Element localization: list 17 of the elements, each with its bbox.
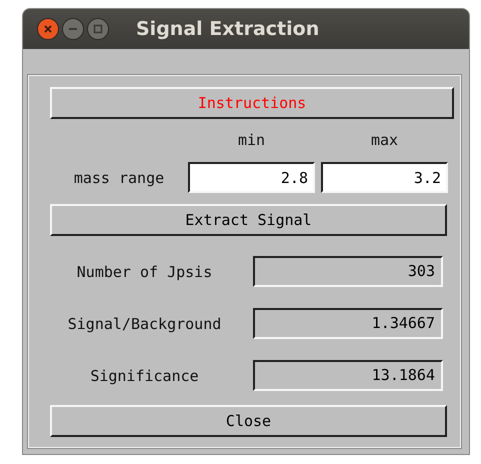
result-label: Significance: [89, 366, 200, 384]
window-title: Signal Extraction: [136, 18, 320, 40]
result-label: Number of Jpsis: [76, 262, 214, 280]
extract-signal-button[interactable]: Extract Signal: [50, 204, 447, 236]
column-header: max: [370, 131, 400, 151]
result-field: 1.34667: [253, 308, 443, 339]
result-field: 303: [253, 256, 443, 287]
minimize-icon[interactable]: [62, 18, 84, 40]
close-icon[interactable]: [37, 18, 59, 40]
result-field: 13.1864: [253, 360, 443, 391]
result-label: Signal/Background: [66, 314, 222, 332]
close-button[interactable]: Close: [50, 405, 447, 437]
min-input-field[interactable]: 2.8: [188, 162, 315, 193]
field-label: mass range: [72, 168, 166, 186]
max-input-field[interactable]: 3.2: [321, 162, 448, 193]
maximize-icon[interactable]: [87, 18, 109, 40]
column-header: min: [236, 131, 266, 151]
